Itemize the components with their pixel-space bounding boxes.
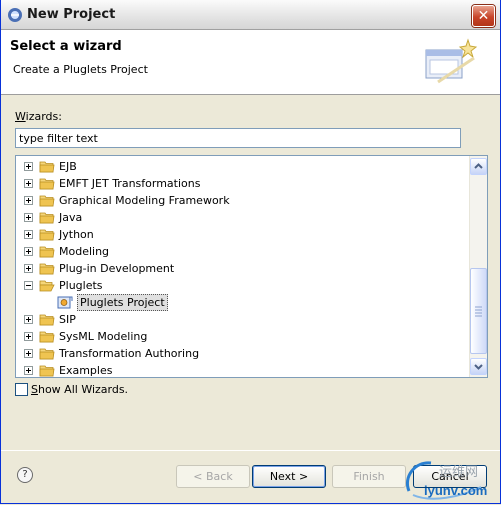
folder-icon xyxy=(39,313,55,326)
footer-divider xyxy=(1,450,500,451)
expand-icon[interactable] xyxy=(24,230,33,239)
wizard-tree[interactable]: EJB EMFT JET Transformations Graphical Mod… xyxy=(15,155,488,378)
header-title: Select a wizard xyxy=(10,39,122,54)
tree-scrollbar[interactable] xyxy=(469,156,487,377)
show-all-wizards-checkbox[interactable]: Show All Wizards. xyxy=(15,383,155,397)
expand-icon[interactable] xyxy=(24,332,33,341)
tree-item-pluglets-project[interactable]: Pluglets Project xyxy=(16,294,468,311)
scroll-thumb[interactable] xyxy=(470,268,487,354)
expand-icon[interactable] xyxy=(24,315,33,324)
tree-item-jython[interactable]: Jython xyxy=(16,226,468,243)
next-button[interactable]: Next > xyxy=(252,465,326,488)
folder-icon xyxy=(39,330,55,343)
tree-item-label: Java xyxy=(59,211,83,224)
help-button[interactable]: ? xyxy=(17,467,33,483)
tree-item-emft-jet-transformations[interactable]: EMFT JET Transformations xyxy=(16,175,468,192)
pluglet-project-icon xyxy=(57,296,73,309)
grip-icon xyxy=(475,306,482,317)
folder-icon xyxy=(39,228,55,241)
folder-icon xyxy=(39,211,55,224)
scroll-down-button[interactable] xyxy=(470,358,487,375)
checkbox-box[interactable] xyxy=(15,383,28,396)
tree-item-examples[interactable]: Examples xyxy=(16,362,468,377)
wizards-label: Wizards: xyxy=(15,110,62,123)
expand-icon[interactable] xyxy=(24,247,33,256)
tree-item-label: Transformation Authoring xyxy=(59,347,200,360)
site-watermark: 运维网 iyunv.com xyxy=(401,457,501,501)
finish-button[interactable]: Finish xyxy=(332,465,406,488)
show-all-label: Show All Wizards. xyxy=(31,383,129,396)
tree-item-label: Examples xyxy=(59,364,113,377)
tree-item-label: Plug-in Development xyxy=(59,262,175,275)
filter-input[interactable] xyxy=(15,128,461,148)
tree-item-label: EMFT JET Transformations xyxy=(59,177,201,190)
header-description: Create a Pluglets Project xyxy=(13,63,148,76)
expand-icon[interactable] xyxy=(24,179,33,188)
tree-item-java[interactable]: Java xyxy=(16,209,468,226)
folder-icon xyxy=(39,160,55,173)
expand-icon[interactable] xyxy=(24,213,33,222)
expand-icon[interactable] xyxy=(24,349,33,358)
scroll-up-button[interactable] xyxy=(470,158,487,175)
open-folder-icon xyxy=(39,279,55,292)
chevron-down-icon xyxy=(474,364,483,370)
window-title: New Project xyxy=(27,7,116,22)
back-button[interactable]: < Back xyxy=(176,465,250,488)
tree-item-label: Pluglets Project xyxy=(77,294,168,311)
folder-icon xyxy=(39,194,55,207)
close-button[interactable]: ✕ xyxy=(472,5,495,27)
tree-item-sysml-modeling[interactable]: SysML Modeling xyxy=(16,328,468,345)
tree-item-pluglets[interactable]: Pluglets xyxy=(16,277,468,294)
close-icon: ✕ xyxy=(477,8,490,24)
tree-item-label: Jython xyxy=(59,228,94,241)
expand-icon[interactable] xyxy=(24,162,33,171)
tree-item-label: Graphical Modeling Framework xyxy=(59,194,230,207)
watermark-site-text: iyunv.com xyxy=(424,483,488,498)
folder-icon xyxy=(39,347,55,360)
chevron-up-icon xyxy=(474,163,483,169)
folder-icon xyxy=(39,262,55,275)
tree-item-graphical-modeling-framework[interactable]: Graphical Modeling Framework xyxy=(16,192,468,209)
folder-icon xyxy=(39,245,55,258)
tree-item-ejb[interactable]: EJB xyxy=(16,158,468,175)
tree-item-transformation-authoring[interactable]: Transformation Authoring xyxy=(16,345,468,362)
folder-icon xyxy=(39,177,55,190)
expand-icon[interactable] xyxy=(24,264,33,273)
folder-icon xyxy=(39,364,55,377)
tree-item-label: EJB xyxy=(59,160,77,173)
wizard-banner-icon xyxy=(425,38,478,84)
title-bar[interactable]: New Project ✕ xyxy=(1,0,500,30)
watermark-cn-text: 运维网 xyxy=(439,465,479,480)
tree-item-modeling[interactable]: Modeling xyxy=(16,243,468,260)
expand-icon[interactable] xyxy=(24,366,33,375)
help-icon: ? xyxy=(22,469,28,480)
tree-item-label: Modeling xyxy=(59,245,110,258)
wizard-header: Select a wizard Create a Pluglets Projec… xyxy=(1,30,500,95)
new-project-dialog: New Project ✕ Select a wizard Create a P… xyxy=(0,0,501,504)
tree-item-label: SysML Modeling xyxy=(59,330,148,343)
tree-item-label: Pluglets xyxy=(59,279,103,292)
expand-icon[interactable] xyxy=(24,196,33,205)
tree-item-label: SIP xyxy=(59,313,76,326)
tree-item-plug-in-development[interactable]: Plug-in Development xyxy=(16,260,468,277)
eclipse-app-icon xyxy=(8,8,22,22)
collapse-icon[interactable] xyxy=(24,281,33,290)
tree-item-sip[interactable]: SIP xyxy=(16,311,468,328)
